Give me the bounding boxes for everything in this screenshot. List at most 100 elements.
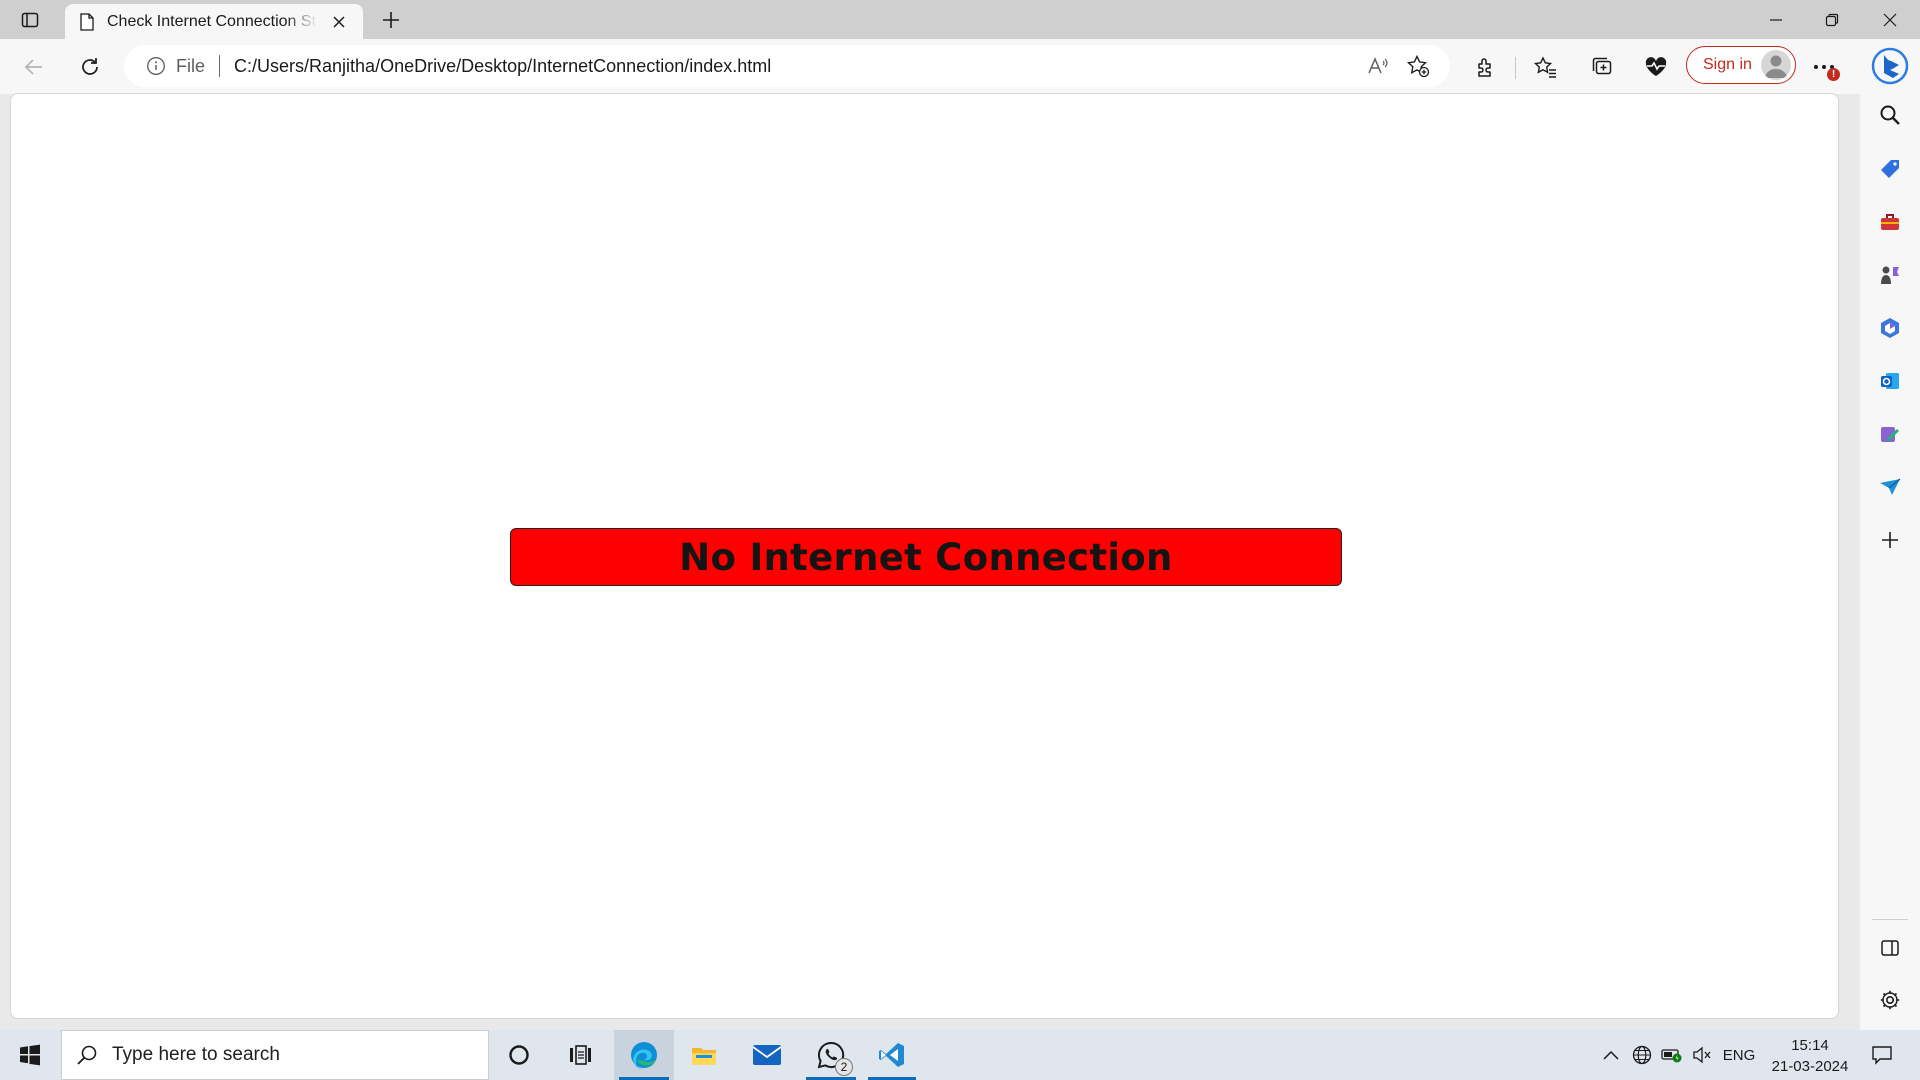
sidebar-drop-button[interactable] xyxy=(1870,467,1910,507)
notification-badge: ! xyxy=(1827,68,1840,81)
sidebar-games-button[interactable] xyxy=(1870,255,1910,295)
sign-in-button[interactable]: Sign in xyxy=(1686,46,1796,84)
settings-and-more-button[interactable]: ! xyxy=(1804,47,1844,87)
info-icon xyxy=(147,57,165,75)
refresh-icon xyxy=(82,58,98,75)
read-aloud-button[interactable] xyxy=(1358,46,1398,86)
chevron-up-icon xyxy=(1603,1050,1619,1060)
title-bar: Check Internet Connection Status xyxy=(0,0,1920,39)
favorites-icon xyxy=(1534,56,1556,78)
address-scheme-label: File xyxy=(176,55,206,76)
taskbar-search-box[interactable]: Type here to search xyxy=(61,1030,489,1080)
connection-status-banner: No Internet Connection xyxy=(510,528,1342,586)
tab-title: Check Internet Connection Status xyxy=(107,12,317,30)
vscode-icon xyxy=(879,1043,904,1067)
browser-essentials-button[interactable] xyxy=(1636,47,1676,87)
add-icon xyxy=(1882,532,1898,548)
clock-date: 21-03-2024 xyxy=(1771,1058,1849,1075)
minimize-button[interactable] xyxy=(1748,0,1804,39)
file-explorer-button[interactable] xyxy=(675,1030,733,1080)
sidebar-add-button[interactable] xyxy=(1870,520,1910,560)
clock-time: 15:14 xyxy=(1791,1037,1829,1054)
restore-button[interactable] xyxy=(1804,0,1860,39)
whatsapp-unread-badge: 2 xyxy=(835,1058,853,1076)
sidebar-designer-button[interactable] xyxy=(1870,414,1910,454)
taskbar-clock[interactable]: 15:14 21-03-2024 xyxy=(1762,1035,1858,1077)
mail-button[interactable] xyxy=(738,1030,796,1080)
back-arrow-icon xyxy=(24,59,42,75)
minimize-icon xyxy=(1770,18,1782,21)
sidebar-divider xyxy=(1872,919,1908,920)
cortana-button[interactable] xyxy=(490,1030,548,1080)
back-button[interactable] xyxy=(14,47,54,87)
search-icon xyxy=(1880,105,1900,125)
sidebar-split-button[interactable] xyxy=(1870,928,1910,968)
microsoft365-icon xyxy=(1881,318,1899,338)
edge-taskbar-button[interactable] xyxy=(614,1030,674,1080)
read-aloud-icon xyxy=(1368,57,1388,74)
connection-status-text: No Internet Connection xyxy=(679,535,1173,579)
games-icon xyxy=(1881,266,1899,284)
notification-center-button[interactable] xyxy=(1862,1030,1902,1080)
notification-icon xyxy=(1872,1046,1892,1065)
search-icon xyxy=(77,1045,97,1065)
browser-toolbar: File C:/Users/Ranjitha/OneDrive/Desktop/… xyxy=(0,39,1920,94)
refresh-button[interactable] xyxy=(70,47,110,87)
profile-icon xyxy=(1765,55,1787,78)
edge-icon xyxy=(631,1042,657,1069)
shopping-tag-icon xyxy=(1881,160,1899,178)
sidebar-outlook-button[interactable] xyxy=(1870,361,1910,401)
settings-icon xyxy=(1880,990,1900,1010)
windows-logo-icon xyxy=(20,1044,40,1066)
close-window-button[interactable] xyxy=(1862,0,1918,39)
copilot-button[interactable] xyxy=(1868,44,1912,88)
extensions-icon xyxy=(1478,58,1491,77)
sidebar-search-button[interactable] xyxy=(1870,95,1910,135)
show-hidden-icons-button[interactable] xyxy=(1596,1030,1626,1080)
mail-icon xyxy=(752,1045,782,1065)
outlook-icon xyxy=(1881,373,1899,389)
tab-actions-button[interactable] xyxy=(8,4,52,36)
address-bar[interactable]: File C:/Users/Ranjitha/OneDrive/Desktop/… xyxy=(124,45,1450,87)
add-favorite-button[interactable] xyxy=(1398,46,1438,86)
task-view-button[interactable] xyxy=(551,1030,609,1080)
tab-actions-icon xyxy=(21,12,39,28)
globe-icon xyxy=(1632,1045,1652,1065)
battery-charging-icon xyxy=(1661,1049,1682,1063)
close-icon xyxy=(333,15,345,28)
sidebar-settings-button[interactable] xyxy=(1870,980,1910,1020)
page-content: No Internet Connection xyxy=(10,93,1839,1019)
taskbar-search-placeholder: Type here to search xyxy=(112,1044,280,1065)
drop-icon xyxy=(1880,478,1901,495)
sidebar-m365-button[interactable] xyxy=(1870,308,1910,348)
network-button[interactable] xyxy=(1628,1030,1656,1080)
file-explorer-icon xyxy=(692,1048,716,1065)
bing-copilot-icon xyxy=(1871,47,1909,85)
start-button[interactable] xyxy=(8,1035,52,1075)
tab-close-button[interactable] xyxy=(329,12,349,32)
speaker-muted-icon xyxy=(1693,1046,1711,1064)
sidebar-tools-button[interactable] xyxy=(1870,202,1910,242)
input-language-button[interactable]: ENG xyxy=(1720,1030,1758,1080)
new-tab-button[interactable] xyxy=(374,5,408,35)
page-icon xyxy=(80,12,94,31)
vscode-button[interactable] xyxy=(863,1030,921,1080)
star-add-icon xyxy=(1406,54,1430,78)
cortana-icon xyxy=(509,1045,529,1065)
favorites-button[interactable] xyxy=(1526,47,1566,87)
restore-icon xyxy=(1825,13,1839,26)
volume-button[interactable] xyxy=(1688,1030,1716,1080)
collections-button[interactable] xyxy=(1582,47,1622,87)
browser-tab[interactable]: Check Internet Connection Status xyxy=(65,4,363,39)
heart-pulse-icon xyxy=(1645,57,1667,76)
address-url[interactable]: C:/Users/Ranjitha/OneDrive/Desktop/Inter… xyxy=(234,56,771,77)
extensions-button[interactable] xyxy=(1466,47,1506,87)
plus-icon xyxy=(383,12,399,28)
sidebar-shopping-button[interactable] xyxy=(1870,149,1910,189)
split-screen-icon xyxy=(1881,940,1899,956)
toolbar-divider xyxy=(1515,57,1516,79)
whatsapp-button[interactable]: 2 xyxy=(801,1030,861,1080)
edge-sidebar xyxy=(1860,39,1920,1030)
input-language-label: ENG xyxy=(1722,1046,1756,1064)
battery-button[interactable] xyxy=(1658,1030,1686,1080)
